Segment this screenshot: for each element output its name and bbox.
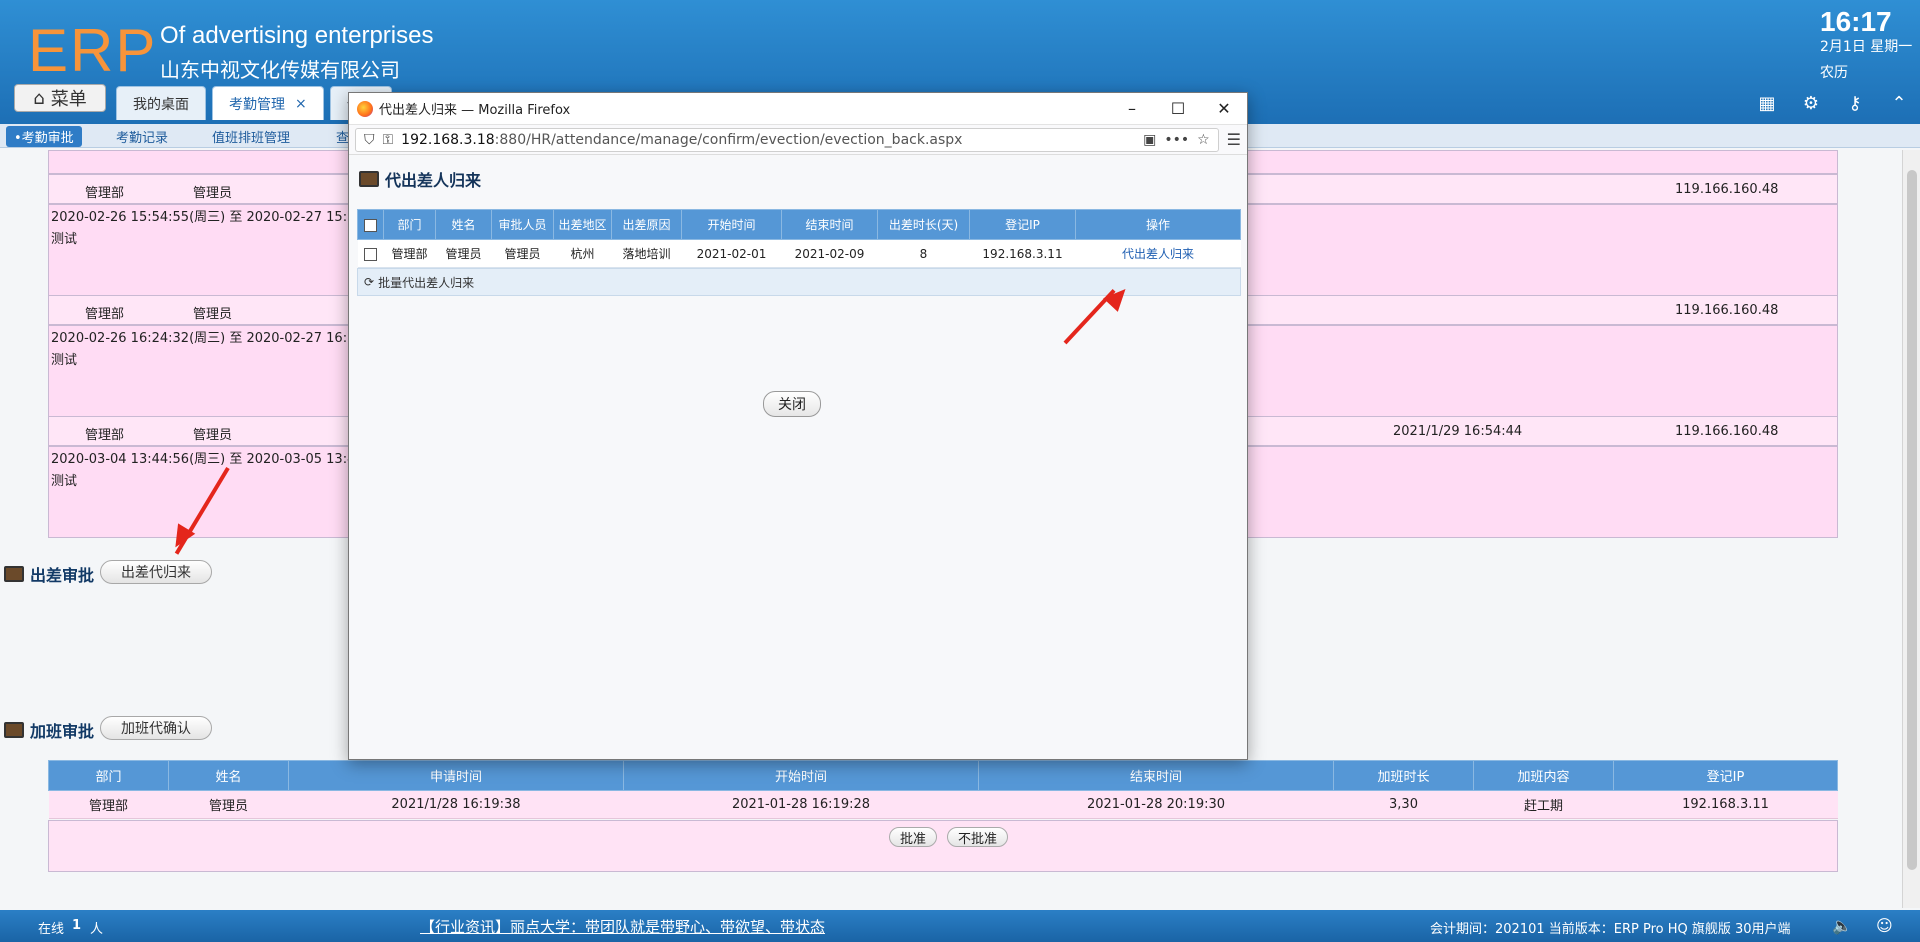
subnav-attendance-approval[interactable]: •考勤审批 bbox=[6, 126, 82, 147]
url-path: :880/HR/attendance/manage/confirm/evecti… bbox=[494, 131, 963, 148]
overtime-confirm-button[interactable]: 加班代确认 bbox=[100, 716, 212, 740]
select-all-checkbox[interactable] bbox=[364, 218, 377, 232]
scrollbar-thumb[interactable] bbox=[1907, 170, 1917, 870]
trip-return-button[interactable]: 出差代归来 bbox=[100, 560, 212, 584]
news-link[interactable]: 【行业资讯】丽点大学：带团队就是带野心、带欲望、带状态 bbox=[420, 916, 825, 937]
collapse-icon[interactable]: ⌃ bbox=[1888, 92, 1910, 114]
hamburger-menu-icon[interactable]: ☰ bbox=[1227, 130, 1241, 149]
batch-icon: ⟳ bbox=[364, 275, 375, 289]
enterprise-title-en: Of advertising enterprises bbox=[160, 22, 434, 49]
grid-add-icon[interactable]: ▦ bbox=[1756, 92, 1778, 114]
window-title: 代出差人归来 — Mozilla Firefox bbox=[379, 103, 571, 118]
address-bar: ⛉ ⚿ 192.168.3.18:880/HR/attendance/manag… bbox=[349, 125, 1247, 155]
page-title: 代出差人归来 bbox=[359, 167, 1239, 191]
speaker-icon[interactable]: 🔈 bbox=[1832, 916, 1852, 935]
approval-icon bbox=[359, 171, 379, 187]
row-checkbox[interactable] bbox=[364, 247, 377, 261]
approve-button[interactable]: 批准 bbox=[889, 827, 938, 847]
evection-table: 部门 姓名 审批人员 出差地区 出差原因 开始时间 结束时间 出差时长(天) 登… bbox=[357, 209, 1241, 268]
users-icon[interactable]: ☺ bbox=[1876, 916, 1893, 935]
popup-page: 代出差人归来 部门 姓名 审批人员 出差地区 出差原因 开始时间 结束时间 出差… bbox=[349, 155, 1247, 417]
close-window-icon[interactable]: ✕ bbox=[1201, 99, 1247, 118]
trip-approval-title: 出差审批 bbox=[4, 562, 94, 586]
tab-attendance[interactable]: 考勤管理 × bbox=[212, 86, 324, 120]
menu-button[interactable]: ⌂ 菜单 bbox=[14, 84, 106, 112]
close-button[interactable]: 关闭 bbox=[763, 391, 821, 417]
online-label: 在线 bbox=[38, 922, 65, 937]
insecure-lock-icon[interactable]: ⚿ bbox=[383, 132, 394, 148]
firefox-popup-window: 代出差人归来 — Mozilla Firefox – ☐ ✕ ⛉ ⚿ 192.1… bbox=[348, 92, 1248, 760]
minimize-icon[interactable]: – bbox=[1109, 99, 1155, 118]
url-host: 192.168.3.18 bbox=[401, 131, 495, 148]
overtime-table: 部门 姓名 申请时间 开始时间 结束时间 加班时长 加班内容 登记IP 管理部 … bbox=[48, 760, 1838, 819]
online-count: 1 bbox=[72, 918, 82, 933]
bookmark-star-icon[interactable]: ☆ bbox=[1197, 132, 1210, 148]
erp-logo: ERP bbox=[28, 17, 158, 84]
gear-icon[interactable]: ⚙ bbox=[1800, 92, 1822, 114]
subnav-duty-schedule[interactable]: 值班排班管理 bbox=[212, 127, 290, 146]
more-actions-icon[interactable]: ••• bbox=[1164, 132, 1189, 148]
tab-desktop[interactable]: 我的桌面 bbox=[116, 86, 206, 120]
approval-icon bbox=[4, 566, 24, 582]
firefox-icon bbox=[357, 100, 373, 117]
date: 2月1日 星期一 bbox=[1820, 39, 1913, 55]
table-row: 管理部 管理员 管理员 杭州 落地培训 2021-02-01 2021-02-0… bbox=[357, 239, 1241, 268]
header-toolbar: ▦ ⚙ ⚷ ⌃ bbox=[1756, 92, 1910, 114]
menu-label: 菜单 bbox=[50, 89, 87, 110]
return-on-behalf-link[interactable]: 代出差人归来 bbox=[1122, 247, 1194, 261]
lunar-date: 农历 bbox=[1820, 65, 1848, 81]
enterprise-title-cn: 山东中视文化传媒有限公司 bbox=[160, 58, 400, 82]
close-icon[interactable]: × bbox=[295, 96, 307, 112]
home-icon: ⌂ bbox=[33, 87, 45, 109]
window-titlebar[interactable]: 代出差人归来 — Mozilla Firefox – ☐ ✕ bbox=[349, 93, 1247, 125]
overtime-approval-title: 加班审批 bbox=[4, 718, 94, 742]
maximize-icon[interactable]: ☐ bbox=[1155, 99, 1201, 118]
shield-icon[interactable]: ⛉ bbox=[364, 132, 375, 148]
key-icon[interactable]: ⚷ bbox=[1844, 92, 1866, 114]
qr-code-icon[interactable]: ▣ bbox=[1143, 132, 1156, 148]
overtime-actions: 批准 不批准 bbox=[48, 820, 1838, 872]
online-unit: 人 bbox=[90, 922, 104, 937]
page-scrollbar[interactable] bbox=[1902, 150, 1920, 908]
clock: 16:17 bbox=[1820, 6, 1892, 37]
version-info: 会计期间：202101 当前版本：ERP Pro HQ 旗舰版 30用户端 bbox=[1430, 922, 1791, 937]
reject-button[interactable]: 不批准 bbox=[947, 827, 1009, 847]
status-bar: 在线 1 人 【行业资讯】丽点大学：带团队就是带野心、带欲望、带状态 会计期间：… bbox=[0, 910, 1920, 942]
table-row: 管理部 管理员 2021/1/28 16:19:38 2021-01-28 16… bbox=[48, 790, 1838, 819]
url-field[interactable]: ⛉ ⚿ 192.168.3.18:880/HR/attendance/manag… bbox=[355, 127, 1219, 152]
subnav-attendance-record[interactable]: 考勤记录 bbox=[116, 127, 168, 146]
approval-icon bbox=[4, 722, 24, 738]
